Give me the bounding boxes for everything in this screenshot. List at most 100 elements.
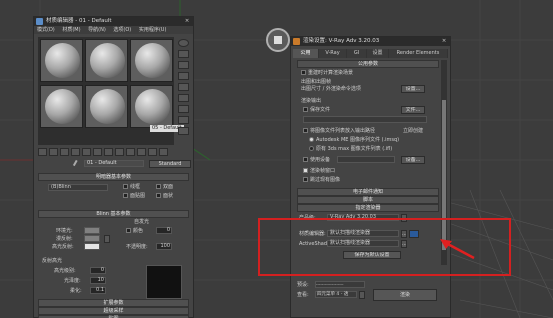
material-type-button[interactable]: Standard xyxy=(149,160,191,168)
sample-slot-5[interactable] xyxy=(85,85,128,128)
render-setup-titlebar[interactable]: 渲染设置: V-Ray Adv 3.20.03 × xyxy=(291,37,450,46)
sample-slot-1[interactable] xyxy=(40,39,83,82)
device-field[interactable] xyxy=(337,156,395,163)
select-by-material-icon[interactable] xyxy=(178,116,189,124)
specular-swatch[interactable] xyxy=(84,243,100,250)
material-name-field[interactable]: 01 - Default xyxy=(84,160,144,167)
material-editor-icon xyxy=(36,18,43,25)
view-dropdown[interactable]: 四元菜单 4 - 透 xyxy=(315,291,357,298)
make-preview-icon[interactable] xyxy=(178,94,189,102)
go-forward-icon[interactable] xyxy=(159,148,168,156)
soften-label: 柔化: xyxy=(70,288,82,294)
video-check-icon[interactable] xyxy=(178,83,189,91)
3dsmax-workspace: 材质编辑器 - 01 - Default × 模式(D) 材质(M) 导航(N)… xyxy=(0,0,553,318)
files-button[interactable]: 文件... xyxy=(401,106,425,114)
sample-slot-2[interactable] xyxy=(85,39,128,82)
shader-basic-params-rollout[interactable]: 明暗器基本参数 xyxy=(38,173,189,181)
tab-common[interactable]: 公用 xyxy=(293,49,319,58)
sample-type-icon[interactable] xyxy=(178,39,189,47)
soften-value[interactable]: 0.1 xyxy=(90,287,106,294)
output-path-field[interactable] xyxy=(303,116,427,123)
use-device-option[interactable]: 使用设备 xyxy=(303,157,330,163)
blinn-basic-params-rollout[interactable]: Blinn 基本参数 xyxy=(38,210,189,218)
tab-render-elements[interactable]: Render Elements xyxy=(389,49,448,58)
reset-map-icon[interactable] xyxy=(71,148,80,156)
scene-state-option[interactable]: 重建时计算渲染场景 xyxy=(301,70,353,76)
device-button[interactable]: 设备... xyxy=(401,156,425,164)
shader-dropdown[interactable]: (B)Blinn xyxy=(48,184,108,191)
assign-renderer-rollout[interactable]: 指定渲染器 xyxy=(297,204,439,212)
autodesk-me-option[interactable]: Autodesk ME 图像序列文件 (.imsq) xyxy=(309,137,399,143)
menu-navigation[interactable]: 导航(N) xyxy=(85,27,109,33)
copy-material-icon[interactable] xyxy=(82,148,91,156)
tab-vray[interactable]: V-Ray xyxy=(319,49,347,58)
color-option[interactable]: 颜色 xyxy=(126,228,143,234)
render-footer: 预设: ------------------- 查看: 四元菜单 4 - 透 渲… xyxy=(293,280,448,316)
bottom-toolbar xyxy=(38,148,174,157)
material-editor-titlebar[interactable]: 材质编辑器 - 01 - Default × xyxy=(34,17,193,26)
scripts-rollout[interactable]: 脚本 xyxy=(297,196,439,204)
eyedropper-icon[interactable] xyxy=(72,159,82,169)
extended-params-rollout[interactable]: 扩展参数 xyxy=(38,299,189,307)
uv-tiling-icon[interactable] xyxy=(178,72,189,80)
put-to-scene-icon[interactable] xyxy=(49,148,58,156)
ambient-swatch[interactable] xyxy=(84,227,100,234)
lock-view-icon[interactable] xyxy=(359,291,365,299)
preset-dropdown[interactable]: ------------------- xyxy=(315,281,365,288)
menu-material[interactable]: 材质(M) xyxy=(59,27,83,33)
common-params-rollout[interactable]: 公用参数 xyxy=(297,60,439,68)
supersampling-rollout[interactable]: 超级采样 xyxy=(38,307,189,315)
go-to-parent-icon[interactable] xyxy=(148,148,157,156)
close-icon[interactable]: × xyxy=(440,37,448,46)
legacy-ifl-option[interactable]: 原有 3ds max 图像文件列表 (.ifl) xyxy=(309,146,392,152)
options-icon[interactable] xyxy=(178,105,189,113)
show-map-icon[interactable] xyxy=(126,148,135,156)
menu-mode[interactable]: 模式(D) xyxy=(34,27,58,33)
close-icon[interactable]: × xyxy=(183,17,191,26)
show-end-result-icon[interactable] xyxy=(137,148,146,156)
skip-existing-option[interactable]: 跳过现有图像 xyxy=(303,177,340,183)
make-unique-icon[interactable] xyxy=(93,148,102,156)
opacity-value[interactable]: 100 xyxy=(156,243,172,250)
self-illum-value[interactable]: 0 xyxy=(156,227,172,234)
sample-slot-4[interactable] xyxy=(40,85,83,128)
wire-option[interactable]: 线框 xyxy=(123,184,140,190)
material-editor-window[interactable]: 材质编辑器 - 01 - Default × 模式(D) 材质(M) 导航(N)… xyxy=(33,16,194,318)
cursor-indicator xyxy=(266,28,290,52)
rendered-frame-window-option[interactable]: 渲染帧窗口 xyxy=(303,168,335,174)
material-name-row: 01 - Default Standard xyxy=(72,159,192,169)
background-icon[interactable] xyxy=(178,61,189,69)
put-image-list-option[interactable]: 将图像文件列表放入输出路径 xyxy=(303,128,375,134)
setup-button[interactable]: 设置... xyxy=(401,85,425,93)
render-button[interactable]: 渲染 xyxy=(373,289,437,301)
ambient-label: 环境光: xyxy=(56,228,73,234)
specular-highlights-label: 反射高光 xyxy=(42,258,63,264)
assign-material-icon[interactable] xyxy=(60,148,69,156)
diffuse-swatch[interactable] xyxy=(84,235,100,242)
specular-level-value[interactable]: 0 xyxy=(90,267,106,274)
diffuse-map-button[interactable] xyxy=(104,235,110,243)
backlight-icon[interactable] xyxy=(178,50,189,58)
save-file-option[interactable]: 保存文件 xyxy=(303,107,330,113)
sample-slot-6[interactable] xyxy=(130,85,173,128)
material-id-icon[interactable] xyxy=(115,148,124,156)
tab-settings[interactable]: 设置 xyxy=(367,49,389,58)
material-navigator-icon[interactable] xyxy=(178,127,189,135)
create-now-label[interactable]: 立即创建 xyxy=(403,128,423,134)
opacity-label: 不透明度: xyxy=(126,244,148,250)
tab-gi[interactable]: GI xyxy=(347,49,367,58)
render-scroll-content: 重建时计算渲染场景 出图和出图帧 出图尺寸 / 外渲染命令选项 设置... 渲染… xyxy=(297,68,439,228)
menu-utilities[interactable]: 实用程序(U) xyxy=(136,27,170,33)
glossiness-value[interactable]: 10 xyxy=(90,277,106,284)
face-map-option[interactable]: 面贴图 xyxy=(123,193,145,199)
faceted-option[interactable]: 面状 xyxy=(156,193,173,199)
glossiness-label: 光泽度: xyxy=(64,278,81,284)
email-notification-rollout[interactable]: 电子邮件通知 xyxy=(297,188,439,196)
put-to-library-icon[interactable] xyxy=(104,148,113,156)
menu-options[interactable]: 选项(O) xyxy=(110,27,134,33)
two-sided-option[interactable]: 双面 xyxy=(156,184,173,190)
get-material-icon[interactable] xyxy=(38,148,47,156)
diffuse-label: 漫反射: xyxy=(56,236,73,242)
render-to-sequence-label: 出图和出图帧 xyxy=(301,79,332,85)
sample-slot-3[interactable] xyxy=(130,39,173,82)
